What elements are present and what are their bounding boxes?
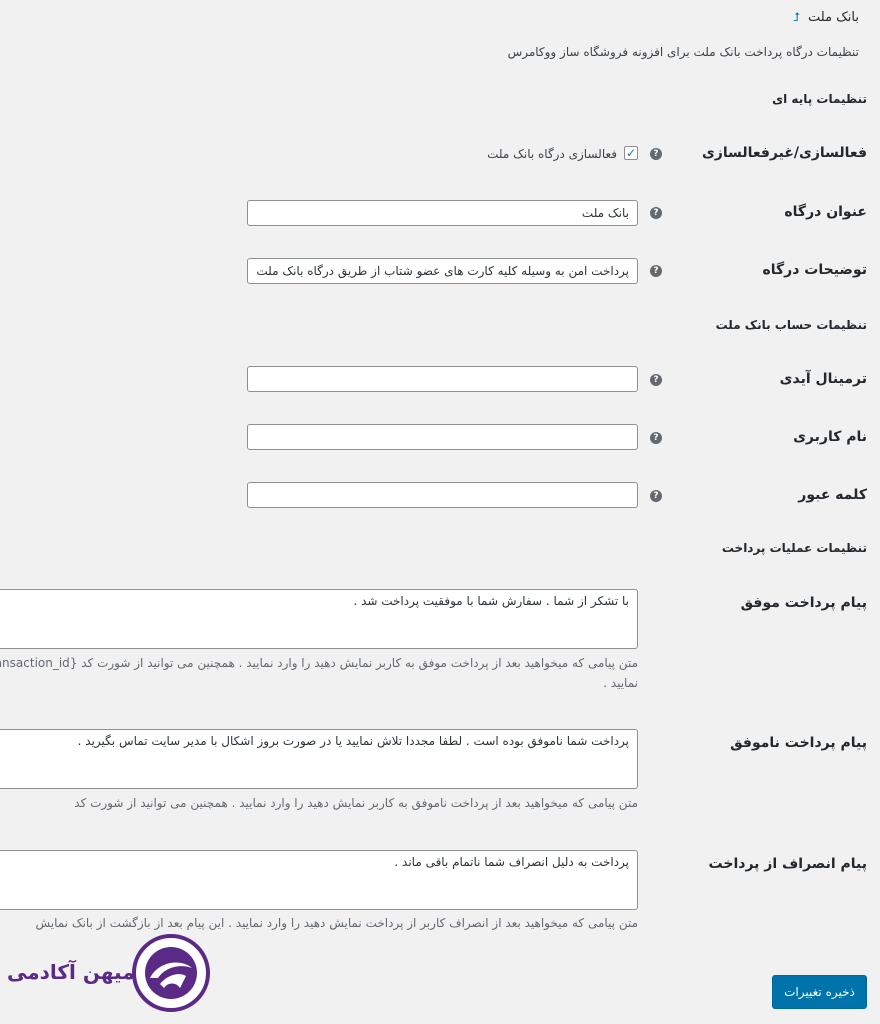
help-icon[interactable]: ?: [651, 374, 663, 386]
help-icon[interactable]: ?: [651, 148, 663, 160]
page-title-text: بانک ملت: [809, 10, 860, 25]
failed-message-textarea[interactable]: پرداخت شما ناموفق بوده است . لطفا مجددا …: [0, 729, 639, 789]
help-icon[interactable]: ?: [651, 432, 663, 444]
enable-label: فعالسازی/غیرفعالسازی: [702, 145, 868, 161]
page-description: تنظیمات درگاه پرداخت بانک ملت برای افزون…: [508, 45, 860, 59]
title-input[interactable]: بانک ملت: [248, 200, 639, 226]
cancel-message-label: پیام انصراف از پرداخت: [709, 856, 868, 872]
help-icon[interactable]: ?: [651, 207, 663, 219]
username-label: نام کاربری: [794, 429, 868, 445]
brand-logo-text: میهن آکادمی: [8, 960, 136, 984]
cancel-message-textarea[interactable]: پرداخت به دلیل انصراف شما ناتمام باقی ما…: [0, 850, 639, 910]
username-input[interactable]: [248, 424, 639, 450]
cancel-message-hint: متن پیامی که میخواهید بعد از انصراف کارب…: [36, 916, 639, 930]
terminal-label: ترمینال آیدی: [780, 371, 868, 387]
help-icon[interactable]: ?: [651, 490, 663, 502]
enable-checkbox[interactable]: ✓: [625, 146, 639, 160]
failed-message-hint: متن پیامی که میخواهید بعد از پرداخت نامو…: [75, 796, 639, 810]
failed-message-label: پیام پرداخت ناموفق: [731, 735, 868, 751]
title-label: عنوان درگاه: [785, 204, 868, 220]
password-label: کلمه عبور: [799, 487, 868, 503]
password-input[interactable]: [248, 482, 639, 508]
description-input[interactable]: پرداخت امن به وسیله کلیه کارت های عضو شت…: [248, 258, 639, 284]
terminal-input[interactable]: [248, 366, 639, 392]
help-icon[interactable]: ?: [651, 265, 663, 277]
description-label: توضیحات درگاه: [763, 262, 868, 278]
page-title: بانک ملت ⮥: [794, 10, 860, 25]
success-message-label: پیام پرداخت موفق: [741, 595, 868, 611]
success-message-hint-cont: نمایید .: [604, 676, 639, 690]
brand-logo: میهن آکادمی: [8, 934, 218, 1014]
section-title-account: تنظیمات حساب بانک ملت: [716, 318, 868, 332]
success-message-hint: متن پیامی که میخواهید بعد از پرداخت موفق…: [0, 656, 639, 670]
enable-checkbox-label: فعالسازی درگاه بانک ملت: [488, 147, 618, 161]
mihan-academy-logo-icon: [133, 934, 211, 1012]
save-button[interactable]: ذخیره تغییرات: [773, 975, 868, 1009]
back-up-link-icon[interactable]: ⮥: [794, 10, 801, 24]
section-title-basic: تنظیمات پایه ای: [773, 92, 868, 106]
section-title-payment: تنظیمات عملیات پرداخت: [722, 541, 868, 555]
success-message-textarea[interactable]: با تشکر از شما . سفارش شما با موفقیت پرد…: [0, 589, 639, 649]
